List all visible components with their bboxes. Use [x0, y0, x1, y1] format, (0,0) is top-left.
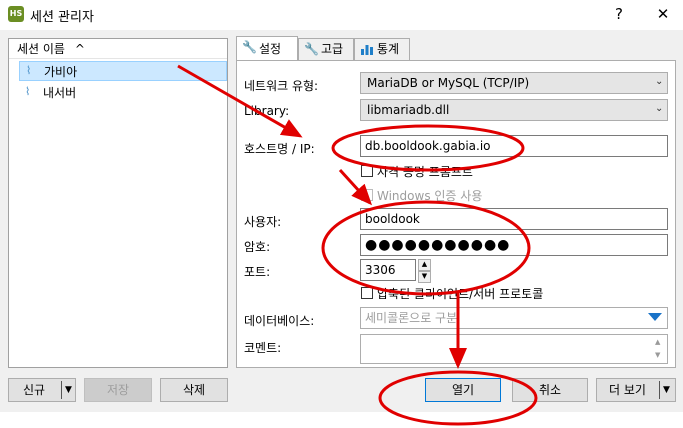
delete-button[interactable]: 삭제: [160, 378, 228, 402]
dropdown-arrow-icon[interactable]: [648, 313, 662, 321]
save-button[interactable]: 저장: [84, 378, 152, 402]
chevron-down-icon: ⌄: [655, 76, 664, 87]
title-bar: HS 세션 관리자 ? ✕: [0, 0, 683, 30]
dolphin-icon: ⌇: [26, 64, 32, 77]
tab-settings[interactable]: 🔧 설정: [236, 36, 298, 60]
tab-advanced[interactable]: 🔧 고급: [298, 38, 354, 60]
open-button[interactable]: 열기: [425, 378, 501, 402]
password-label: 암호:: [244, 240, 271, 254]
chevron-down-icon[interactable]: ▼: [663, 379, 670, 401]
session-name-column-header[interactable]: 세션 이름 ^: [9, 39, 227, 59]
wrench-icon: 🔧: [242, 40, 257, 54]
chevron-down-icon: ⌄: [655, 103, 664, 114]
windows-auth-label: Windows 인증 사용: [377, 189, 483, 203]
session-item-label: 내서버: [43, 86, 77, 100]
cancel-button[interactable]: 취소: [512, 378, 588, 402]
help-icon[interactable]: ?: [608, 4, 630, 24]
ssl-prompt-checkbox[interactable]: [361, 165, 373, 177]
compression-checkbox[interactable]: [361, 287, 373, 299]
databases-label: 데이터베이스:: [244, 314, 315, 328]
background-window-strip: [0, 412, 683, 428]
column-header-label: 세션 이름: [17, 42, 65, 56]
port-label: 포트:: [244, 265, 271, 279]
network-type-label: 네트워크 유형:: [244, 79, 319, 93]
more-button[interactable]: 더 보기 ▼: [596, 378, 676, 402]
bar-chart-icon: [360, 42, 374, 56]
library-select[interactable]: libmariadb.dll ⌄: [360, 99, 668, 121]
sort-ascending-icon: ^: [74, 42, 85, 56]
host-label: 호스트명 / IP:: [244, 142, 315, 156]
new-button-label: 신규: [23, 383, 46, 397]
session-item-myserver[interactable]: ⌇ 내서버: [19, 83, 227, 103]
library-value: libmariadb.dll: [367, 103, 450, 117]
caret-up-icon[interactable]: ▲: [418, 259, 431, 271]
port-stepper[interactable]: ▲ ▼: [418, 259, 431, 283]
session-list[interactable]: 세션 이름 ^ ⌇ 가비아 ⌇ 내서버: [8, 38, 228, 368]
host-input[interactable]: db.booldook.gabia.io: [360, 135, 668, 157]
network-type-select[interactable]: MariaDB or MySQL (TCP/IP) ⌄: [360, 72, 668, 94]
compression-label: 압축된 클라이언트/서버 프로토콜: [377, 287, 544, 301]
user-label: 사용자:: [244, 215, 282, 229]
tab-label: 설정: [259, 42, 282, 56]
more-button-label: 더 보기: [609, 383, 646, 397]
databases-input[interactable]: 세미콜론으로 구분: [360, 307, 668, 329]
port-input[interactable]: 3306: [360, 259, 416, 281]
tab-label: 고급: [321, 42, 344, 56]
databases-placeholder: 세미콜론으로 구분: [365, 311, 458, 325]
ssl-prompt-label: 자격 증명 프롬프트: [377, 165, 473, 179]
comment-textarea[interactable]: [360, 334, 668, 364]
session-item-label: 가비아: [44, 65, 78, 79]
network-type-value: MariaDB or MySQL (TCP/IP): [367, 76, 530, 90]
session-item-gabia[interactable]: ⌇ 가비아: [19, 61, 227, 81]
windows-auth-checkbox[interactable]: [361, 189, 373, 201]
app-icon: HS: [8, 6, 24, 22]
wrench-orange-icon: 🔧: [304, 42, 319, 56]
user-input[interactable]: booldook: [360, 208, 668, 230]
comment-scrollbar[interactable]: ▲ ▼: [655, 336, 665, 362]
window-title: 세션 관리자: [30, 10, 94, 25]
password-input[interactable]: ●●●●●●●●●●●: [360, 234, 668, 256]
caret-down-icon[interactable]: ▼: [418, 271, 431, 283]
chevron-down-icon[interactable]: ▼: [65, 379, 72, 401]
library-label: Library:: [244, 104, 290, 118]
tab-statistics[interactable]: 통계: [354, 38, 410, 60]
close-icon[interactable]: ✕: [652, 4, 674, 24]
tab-label: 통계: [377, 42, 400, 56]
comment-label: 코멘트:: [244, 341, 282, 355]
dolphin-icon: ⌇: [25, 85, 31, 98]
new-button[interactable]: 신규 ▼: [8, 378, 76, 402]
